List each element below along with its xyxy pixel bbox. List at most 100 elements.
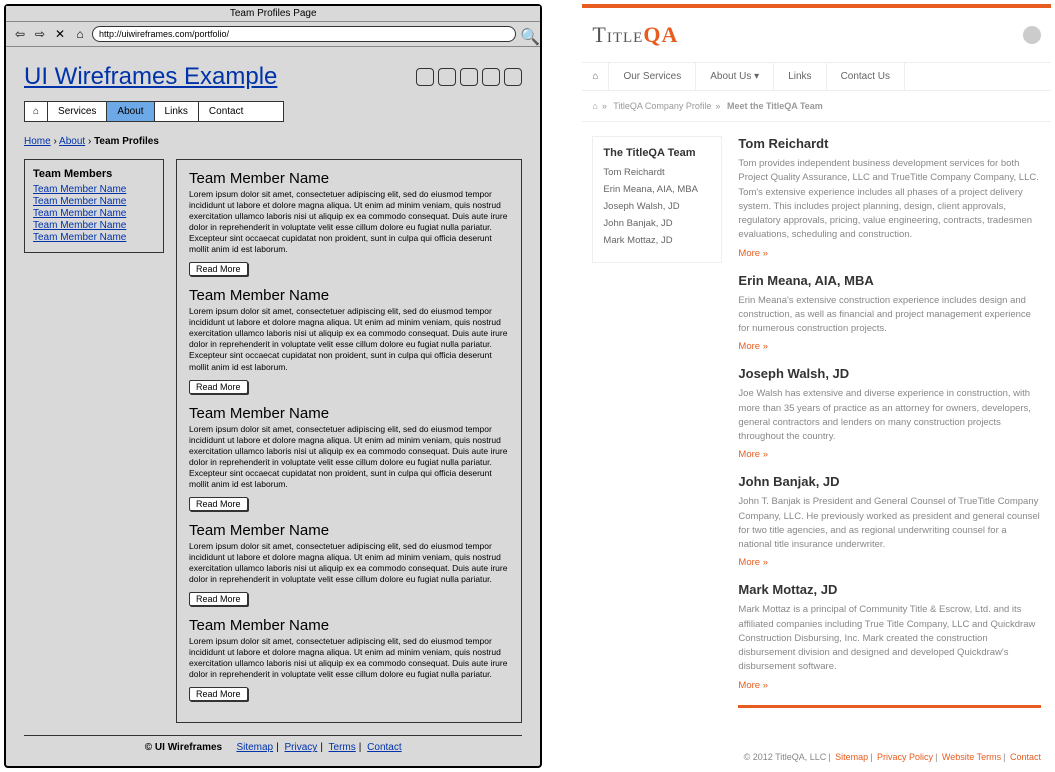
member-card: Tom Reichardt Tom provides independent b… [738,136,1041,259]
member-card: Joseph Walsh, JD Joe Walsh has extensive… [738,366,1041,460]
url-bar[interactable] [92,26,516,42]
home-icon[interactable]: ⌂ [72,26,88,42]
breadcrumb: ⌂» TitleQA Company Profile» Meet the Tit… [582,91,1051,122]
site-logo[interactable]: TitleQA [592,22,678,48]
nav-services[interactable]: Services [48,102,107,121]
footer-link[interactable]: Sitemap [835,752,868,762]
sidebar-item[interactable]: Team Member Name [33,196,155,207]
nav-links[interactable]: Links [155,102,199,121]
member-bio: Lorem ipsum dolor sit amet, consectetuer… [189,424,509,490]
contact-icon[interactable] [1023,26,1041,44]
member-bio: Tom provides independent business develo… [738,157,1041,243]
nav-about[interactable]: About [107,102,154,121]
facebook-icon[interactable] [460,68,478,86]
member-card: Erin Meana, AIA, MBA Erin Meana's extens… [738,273,1041,353]
main-nav: ⌂ Services About Links Contact [24,101,284,122]
member-card: Mark Mottaz, JD Mark Mottaz is a princip… [738,582,1041,690]
window-titlebar: Team Profiles Page [6,6,540,22]
footer-link[interactable]: Privacy Policy [877,752,933,762]
member-bio: Joe Walsh has extensive and diverse expe… [738,387,1041,444]
sidebar-item[interactable]: Team Member Name [33,220,155,231]
more-link[interactable]: More » [738,248,768,259]
member-name: John Banjak, JD [738,474,1041,489]
nav-contact[interactable]: Contact Us [827,63,905,90]
forward-icon[interactable]: ⇨ [32,26,48,42]
more-link[interactable]: More » [738,557,768,568]
sidebar-title: The TitleQA Team [603,147,711,159]
chevron-down-icon: ▾ [754,71,759,82]
main-content: Team Member Name Lorem ipsum dolor sit a… [176,159,522,723]
member-name: Team Member Name [189,405,509,422]
sidebar-item[interactable]: Team Member Name [33,232,155,243]
wireframe-window: Team Profiles Page ⇦ ⇨ ✕ ⌂ 🔍 UI Wirefram… [4,4,542,768]
browser-toolbar: ⇦ ⇨ ✕ ⌂ 🔍 [6,22,540,47]
member-name: Mark Mottaz, JD [738,582,1041,597]
breadcrumb-home[interactable]: Home [24,136,51,147]
member-card: Team Member Name Lorem ipsum dolor sit a… [189,287,509,394]
sidebar-item[interactable]: Mark Mottaz, JD [603,235,711,246]
main-nav: ⌂ Our Services About Us ▾ Links Contact … [582,62,1051,91]
nav-services[interactable]: Our Services [609,63,696,90]
sidebar-item[interactable]: Team Member Name [33,208,155,219]
footer-link[interactable]: Website Terms [942,752,1001,762]
sidebar-item[interactable]: Erin Meana, AIA, MBA [603,184,711,195]
sidebar-item[interactable]: Team Member Name [33,184,155,195]
footer-link[interactable]: Contact [367,742,401,753]
nav-home[interactable]: ⌂ [25,102,48,121]
nav-links[interactable]: Links [774,63,826,90]
footer-link[interactable]: Terms [329,742,356,753]
member-card: Team Member Name Lorem ipsum dolor sit a… [189,617,509,702]
member-name: Tom Reichardt [738,136,1041,151]
footer: © 2012 TitleQA, LLC| Sitemap| Privacy Po… [582,722,1051,768]
member-card: John Banjak, JD John T. Banjak is Presid… [738,474,1041,568]
sidebar-item[interactable]: Joseph Walsh, JD [603,201,711,212]
logo-part2: QA [643,22,678,47]
member-name: Erin Meana, AIA, MBA [738,273,1041,288]
member-bio: Lorem ipsum dolor sit amet, consectetuer… [189,636,509,680]
read-more-button[interactable]: Read More [189,687,248,701]
read-more-button[interactable]: Read More [189,592,248,606]
footer-copyright: © UI Wireframes [145,742,222,753]
nav-about[interactable]: About Us ▾ [696,63,774,90]
member-bio: Lorem ipsum dolor sit amet, consectetuer… [189,541,509,585]
breadcrumb-about[interactable]: About [59,136,85,147]
email-icon[interactable] [504,68,522,86]
site-logo[interactable]: UI Wireframes Example [24,63,277,91]
footer-link[interactable]: Contact [1010,752,1041,762]
member-name: Team Member Name [189,522,509,539]
more-link[interactable]: More » [738,680,768,691]
breadcrumb-current: Team Profiles [94,136,159,147]
footer-link[interactable]: Sitemap [236,742,273,753]
twitter-icon[interactable] [482,68,500,86]
breadcrumb-b: Meet the TitleQA Team [727,101,823,111]
stop-icon[interactable]: ✕ [52,26,68,42]
member-bio: John T. Banjak is President and General … [738,495,1041,552]
member-bio: Erin Meana's extensive construction expe… [738,294,1041,337]
more-link[interactable]: More » [738,341,768,352]
search-icon[interactable]: 🔍 [520,27,534,41]
member-card: Team Member Name Lorem ipsum dolor sit a… [189,170,509,277]
back-icon[interactable]: ⇦ [12,26,28,42]
nav-contact[interactable]: Contact [199,102,253,121]
nav-home[interactable]: ⌂ [582,63,609,90]
member-card: Team Member Name Lorem ipsum dolor sit a… [189,522,509,607]
more-link[interactable]: More » [738,449,768,460]
footer: © UI Wireframes Sitemap| Privacy| Terms|… [24,735,522,753]
accent-divider [738,705,1041,708]
sidebar-title: Team Members [33,168,155,180]
breadcrumb-a[interactable]: TitleQA Company Profile [613,101,711,111]
read-more-button[interactable]: Read More [189,262,248,276]
footer-link[interactable]: Privacy [285,742,318,753]
member-name: Team Member Name [189,170,509,187]
sidebar-item[interactable]: Tom Reichardt [603,167,711,178]
linkedin-icon[interactable] [416,68,434,86]
home-icon[interactable]: ⌂ [592,101,597,111]
member-name: Team Member Name [189,287,509,304]
main-content: Tom Reichardt Tom provides independent b… [738,136,1041,708]
read-more-button[interactable]: Read More [189,380,248,394]
rss-icon[interactable] [438,68,456,86]
realsite-window: TitleQA ⌂ Our Services About Us ▾ Links … [582,4,1051,768]
footer-copyright: © 2012 TitleQA, LLC [744,752,827,762]
sidebar-item[interactable]: John Banjak, JD [603,218,711,229]
read-more-button[interactable]: Read More [189,497,248,511]
